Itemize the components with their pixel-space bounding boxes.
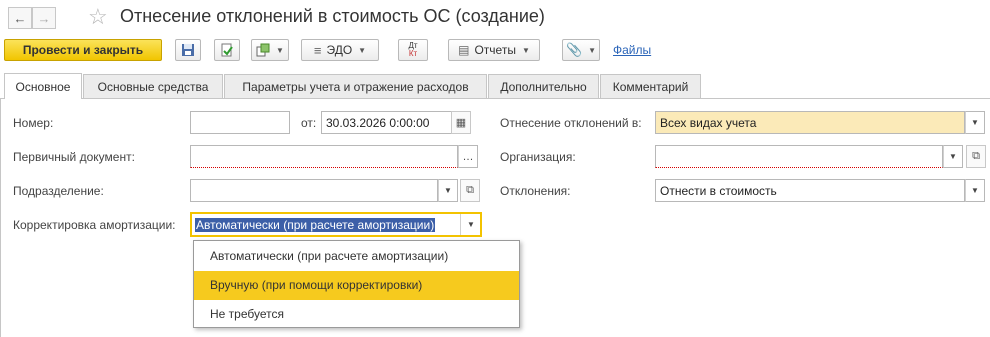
deviations-dropdown-button[interactable]: ▼ bbox=[965, 179, 985, 202]
star-icon[interactable]: ☆ bbox=[88, 4, 108, 30]
post-document-icon bbox=[221, 43, 233, 57]
edo-icon: ≡ bbox=[313, 42, 322, 58]
depreciation-dropdown-button[interactable]: ▼ bbox=[460, 214, 481, 235]
deviation-in-dropdown-button[interactable]: ▼ bbox=[965, 111, 985, 134]
open-icon: ⧉ bbox=[466, 184, 474, 196]
deviations-label: Отклонения: bbox=[500, 184, 571, 198]
ellipsis-icon: … bbox=[462, 150, 474, 163]
tab-accounting-params[interactable]: Параметры учета и отражение расходов bbox=[224, 74, 487, 98]
open-icon: ⧉ bbox=[972, 150, 980, 162]
arrow-left-icon: ← bbox=[13, 10, 27, 26]
back-button[interactable]: ← bbox=[8, 7, 32, 29]
content-border bbox=[0, 98, 1, 337]
page-title: Отнесение отклонений в стоимость ОС (соз… bbox=[120, 6, 545, 26]
dropdown-option-not-required[interactable]: Не требуется bbox=[194, 300, 519, 329]
number-label: Номер: bbox=[13, 116, 54, 130]
attach-button[interactable]: 📎 ▼ bbox=[562, 39, 600, 61]
arrow-right-icon: → bbox=[37, 10, 51, 26]
primary-doc-label: Первичный документ: bbox=[13, 150, 135, 164]
dt-kt-icon: Дт Кт bbox=[408, 42, 417, 58]
primary-doc-field[interactable] bbox=[190, 145, 458, 168]
tab-comment[interactable]: Комментарий bbox=[600, 74, 701, 98]
chevron-down-icon: ▼ bbox=[588, 45, 597, 55]
save-icon bbox=[182, 44, 194, 56]
department-field[interactable] bbox=[190, 179, 438, 202]
edo-button[interactable]: ≡ ЭДО ▼ bbox=[301, 39, 379, 61]
dropdown-option-auto[interactable]: Автоматически (при расчете амортизации) bbox=[194, 242, 519, 271]
department-dropdown-button[interactable]: ▼ bbox=[438, 179, 458, 202]
deviations-field[interactable]: Отнести в стоимость bbox=[655, 179, 965, 202]
department-open-button[interactable]: ⧉ bbox=[460, 179, 480, 202]
post-button[interactable] bbox=[214, 39, 240, 61]
organization-open-button[interactable]: ⧉ bbox=[966, 145, 986, 168]
dropdown-option-manual[interactable]: Вручную (при помощи корректировки) bbox=[194, 271, 519, 300]
reports-button[interactable]: ▤ Отчеты ▼ bbox=[448, 39, 540, 61]
chevron-down-icon: ▼ bbox=[358, 45, 367, 55]
create-based-icon bbox=[256, 43, 270, 57]
chevron-down-icon: ▼ bbox=[521, 45, 530, 55]
tab-additional[interactable]: Дополнительно bbox=[488, 74, 599, 98]
organization-dropdown-button[interactable]: ▼ bbox=[943, 145, 963, 168]
tab-fixed-assets[interactable]: Основные средства bbox=[83, 74, 223, 98]
forward-button[interactable]: → bbox=[32, 7, 56, 29]
date-from-label: от: bbox=[301, 116, 317, 130]
depreciation-field[interactable]: Автоматически (при расчете амортизации) bbox=[190, 212, 482, 237]
dt-kt-button[interactable]: Дт Кт bbox=[398, 39, 428, 61]
reports-label: Отчеты bbox=[474, 43, 516, 57]
primary-doc-select-button[interactable]: … bbox=[458, 145, 478, 168]
chevron-down-icon: ▼ bbox=[444, 186, 452, 195]
chevron-down-icon: ▼ bbox=[949, 152, 957, 161]
calendar-button[interactable]: ▦ bbox=[451, 111, 471, 134]
files-link[interactable]: Файлы bbox=[613, 43, 651, 57]
tab-main[interactable]: Основное bbox=[4, 73, 82, 99]
edo-label: ЭДО bbox=[326, 43, 353, 57]
depreciation-dropdown-list: Автоматически (при расчете амортизации) … bbox=[193, 240, 520, 328]
department-label: Подразделение: bbox=[13, 184, 104, 198]
depreciation-value: Автоматически (при расчете амортизации) bbox=[195, 217, 436, 232]
organization-field[interactable] bbox=[655, 145, 943, 168]
calendar-icon: ▦ bbox=[455, 117, 467, 129]
save-button[interactable] bbox=[175, 39, 201, 61]
chevron-down-icon: ▼ bbox=[971, 118, 979, 127]
paperclip-icon: 📎 bbox=[565, 42, 583, 57]
chevron-down-icon: ▼ bbox=[971, 186, 979, 195]
chevron-down-icon: ▼ bbox=[467, 220, 475, 229]
tab-divider bbox=[0, 98, 990, 99]
kt-label: Кт bbox=[408, 49, 418, 58]
depreciation-label: Корректировка амортизации: bbox=[13, 218, 176, 232]
number-field[interactable] bbox=[190, 111, 290, 134]
organization-label: Организация: bbox=[500, 150, 576, 164]
deviation-in-field[interactable]: Всех видах учета bbox=[655, 111, 965, 134]
chevron-down-icon: ▼ bbox=[276, 45, 284, 55]
deviation-in-label: Отнесение отклонений в: bbox=[500, 116, 642, 130]
date-field[interactable]: 30.03.2026 0:00:00 bbox=[321, 111, 452, 134]
post-and-close-button[interactable]: Провести и закрыть bbox=[4, 39, 162, 61]
create-based-on-button[interactable]: ▼ bbox=[251, 39, 289, 61]
report-icon: ▤ bbox=[458, 43, 470, 57]
